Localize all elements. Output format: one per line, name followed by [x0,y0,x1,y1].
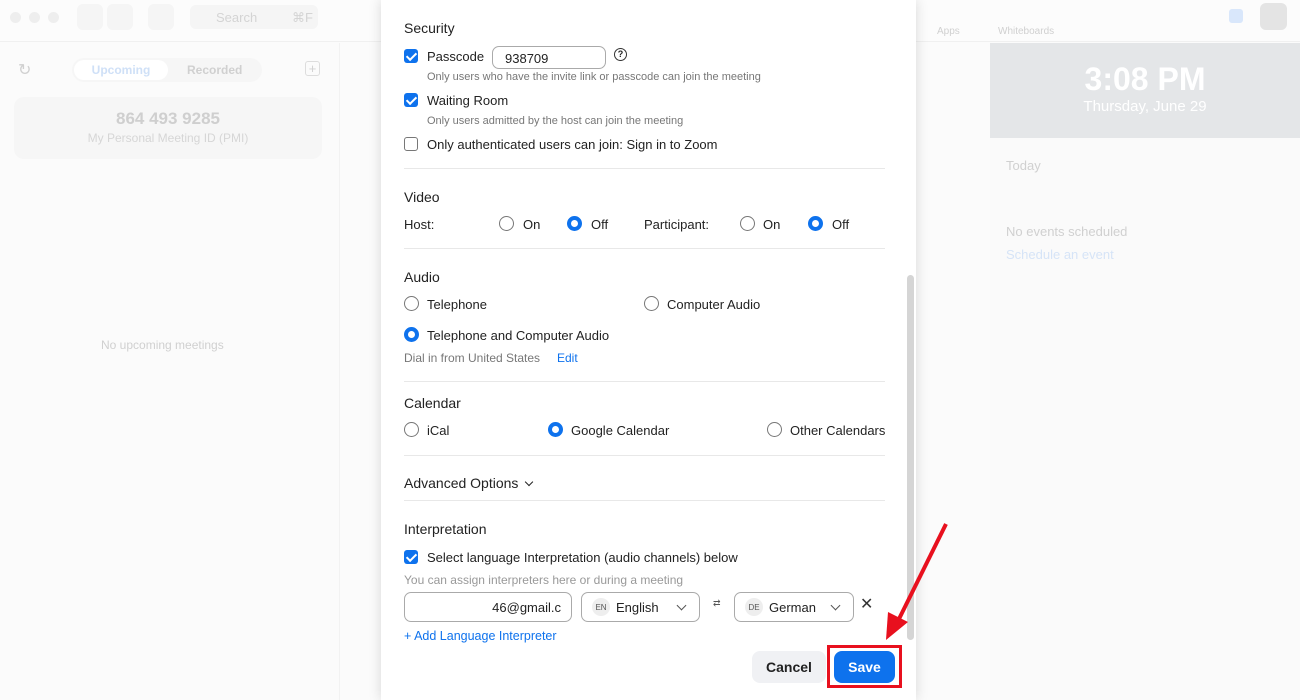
source-language-value: English [616,599,659,615]
google-calendar-radio[interactable] [548,422,563,437]
passcode-hint: Only users who have the invite link or p… [427,71,761,83]
search-input[interactable]: Search ⌘F [190,5,318,29]
no-meetings-text: No upcoming meetings [101,338,224,352]
clock-widget: 3:08 PM Thursday, June 29 [990,43,1300,138]
interpretation-label: Select language Interpretation (audio ch… [427,550,738,565]
passcode-label: Passcode [427,49,485,64]
divider [404,381,885,382]
passcode-input[interactable]: 938709 [492,46,606,69]
google-calendar-label: Google Calendar [571,423,670,438]
divider [404,168,885,169]
participant-video-on-radio[interactable] [740,216,755,231]
history-button[interactable] [148,4,174,30]
ical-radio[interactable] [404,422,419,437]
host-on-label: On [523,217,541,232]
host-label: Host: [404,217,435,232]
interpretation-checkbox[interactable] [404,550,418,564]
add-language-interpreter-link[interactable]: + Add Language Interpreter [404,629,557,643]
avatar[interactable] [1260,3,1287,30]
remove-interpreter-icon[interactable]: ✕ [860,594,873,614]
tab-upcoming[interactable]: Upcoming [74,60,168,80]
host-off-label: Off [591,217,609,232]
computer-audio-radio[interactable] [644,296,659,311]
save-button[interactable]: Save [834,651,895,683]
host-video-off-radio[interactable] [567,216,582,231]
calendar-heading: Calendar [404,395,461,411]
today-label: Today [1006,158,1041,173]
add-meeting-button[interactable]: + [305,61,320,76]
telephone-and-computer-audio-label: Telephone and Computer Audio [427,328,610,343]
language-code-badge: DE [745,598,763,616]
pmi-card[interactable]: 864 493 9285 My Personal Meeting ID (PMI… [14,97,322,159]
minimize-window-button[interactable] [29,12,40,23]
cancel-button[interactable]: Cancel [752,651,826,683]
clock-time: 3:08 PM [1084,61,1206,97]
schedule-event-link[interactable]: Schedule an event [1006,247,1114,262]
chevron-down-icon [830,600,841,610]
pmi-label: My Personal Meeting ID (PMI) [87,131,249,145]
telephone-and-computer-audio-radio[interactable] [404,327,419,342]
ical-label: iCal [427,423,450,438]
close-window-button[interactable] [10,12,21,23]
participant-label: Participant: [644,217,710,232]
no-events-text: No events scheduled [1006,224,1128,239]
divider [404,248,885,249]
forward-button[interactable] [107,4,133,30]
help-icon[interactable]: ? [614,48,627,61]
nav-apps[interactable]: Apps [937,26,960,37]
search-placeholder: Search [216,10,258,25]
refresh-icon[interactable]: ↻ [18,60,31,80]
interpreter-email-input[interactable]: 46@gmail.c [404,592,572,622]
search-shortcut: ⌘F [292,10,313,25]
authenticated-users-label: Only authenticated users can join: Sign … [427,137,718,152]
edit-dial-in-link[interactable]: Edit [557,351,578,365]
authenticated-users-checkbox[interactable] [404,137,418,151]
source-language-select[interactable]: EN English [581,592,700,622]
calendar-panel [990,43,1300,700]
divider [404,500,885,501]
swap-icon[interactable]: ⇄ [713,598,721,609]
advanced-options-label: Advanced Options [404,475,519,491]
back-button[interactable] [77,4,103,30]
chevron-down-icon [525,477,534,487]
language-code-badge: EN [592,598,610,616]
pmi-number: 864 493 9285 [116,109,220,128]
advanced-options-toggle[interactable]: Advanced Options [404,475,534,491]
participant-on-label: On [763,217,781,232]
telephone-radio[interactable] [404,296,419,311]
tab-recorded[interactable]: Recorded [187,63,242,77]
clock-date: Thursday, June 29 [1083,98,1207,115]
interpretation-heading: Interpretation [404,521,487,537]
sidebar-toggle-icon[interactable] [1229,9,1243,23]
security-heading: Security [404,20,455,36]
participant-off-label: Off [832,217,850,232]
other-calendars-label: Other Calendars [790,423,886,438]
target-language-select[interactable]: DE German [734,592,854,622]
passcode-checkbox[interactable] [404,49,418,63]
waiting-room-label: Waiting Room [427,93,509,108]
zoom-window-button[interactable] [48,12,59,23]
arrow-annotation-icon [886,523,948,640]
waiting-room-checkbox[interactable] [404,93,418,107]
host-video-on-radio[interactable] [499,216,514,231]
target-language-value: German [769,599,816,615]
chevron-down-icon [676,600,687,610]
computer-audio-label: Computer Audio [667,297,761,312]
telephone-label: Telephone [427,297,487,312]
waiting-room-hint: Only users admitted by the host can join… [427,115,684,127]
video-heading: Video [404,189,440,205]
divider [404,455,885,456]
dial-in-text: Dial in from United States [404,351,541,365]
audio-heading: Audio [404,269,440,285]
nav-whiteboards[interactable]: Whiteboards [998,26,1054,37]
other-calendars-radio[interactable] [767,422,782,437]
participant-video-off-radio[interactable] [808,216,823,231]
interpretation-hint: You can assign interpreters here or duri… [404,573,684,587]
